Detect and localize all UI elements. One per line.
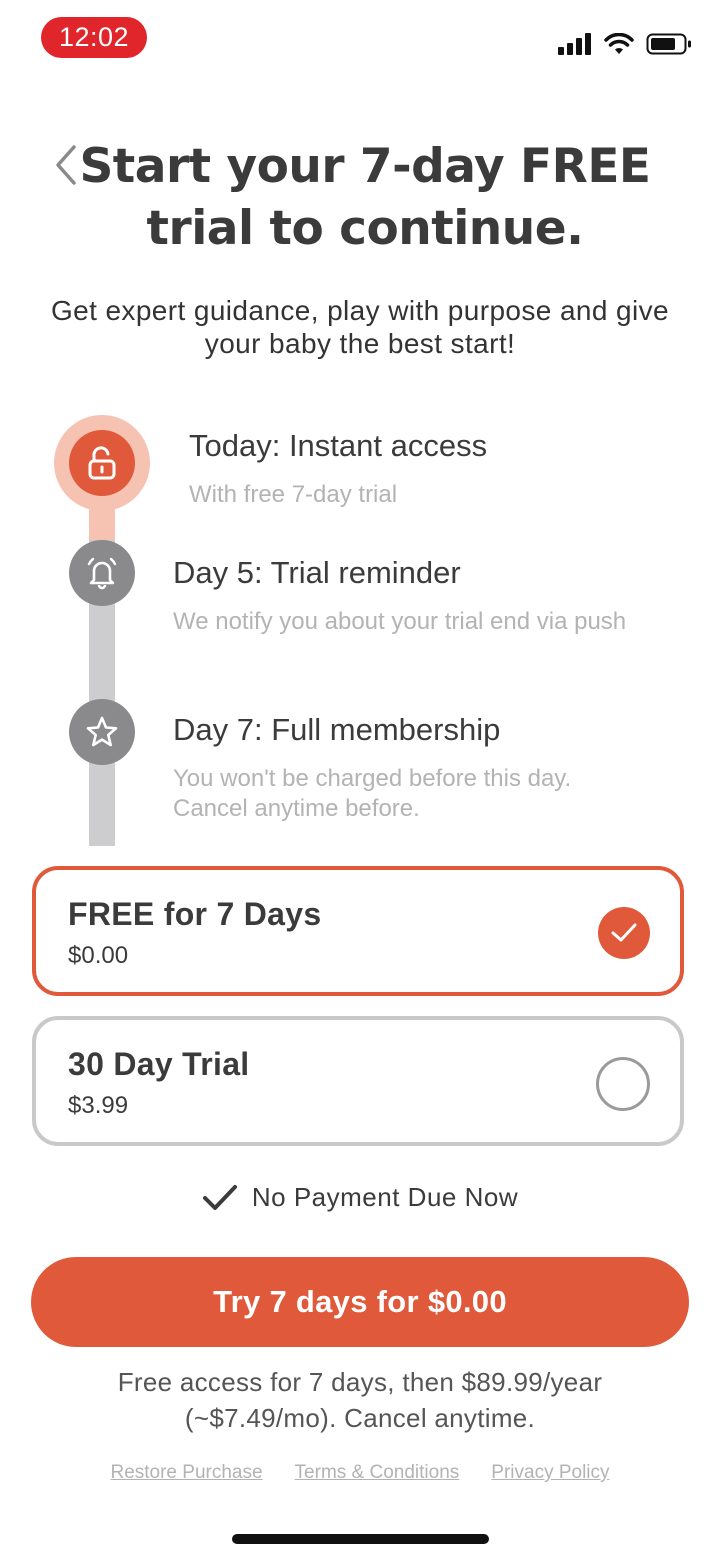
start-trial-button[interactable]: Try 7 days for $0.00 — [31, 1257, 689, 1347]
cellular-signal-icon — [558, 33, 591, 55]
page-subtitle: Get expert guidance, play with purpose a… — [50, 295, 670, 359]
status-time: 12:02 — [41, 17, 147, 58]
timeline-step-3-marker — [69, 699, 135, 765]
plan-option-free-7-days[interactable]: FREE for 7 Days $0.00 — [32, 866, 684, 996]
plan-option-title: 30 Day Trial — [68, 1046, 250, 1082]
restore-purchase-link[interactable]: Restore Purchase — [110, 1462, 262, 1484]
timeline-step-3-description: You won't be charged before this day. Ca… — [173, 765, 572, 822]
status-icons — [558, 28, 692, 60]
footer-links: Restore Purchase Terms & Conditions Priv… — [0, 1462, 720, 1484]
plan-option-30-day-trial[interactable]: 30 Day Trial $3.99 — [32, 1016, 684, 1146]
plan-option-price: $3.99 — [68, 1092, 129, 1119]
timeline-step-2-description: We notify you about your trial end via p… — [173, 608, 627, 635]
plan-option-title: FREE for 7 Days — [68, 896, 322, 932]
timeline-step-2-title: Day 5: Trial reminder — [173, 555, 461, 590]
no-payment-note: No Payment Due Now — [0, 1182, 720, 1213]
unselected-radio[interactable] — [596, 1057, 650, 1111]
wifi-icon — [604, 33, 634, 54]
privacy-policy-link[interactable]: Privacy Policy — [491, 1462, 609, 1484]
timeline-step-1-marker — [69, 430, 135, 496]
checkmark-icon — [202, 1184, 237, 1210]
timeline-step-2-marker — [69, 540, 135, 606]
pricing-fine-print: Free access for 7 days, then $89.99/year… — [117, 1367, 603, 1433]
timeline-step-3-title: Day 7: Full membership — [173, 712, 501, 747]
page-title: Start your 7-day FREE trial to continue. — [79, 139, 651, 256]
unlock-icon — [88, 446, 116, 480]
timeline-step-1-description: With free 7-day trial — [189, 481, 398, 508]
plan-option-price: $0.00 — [68, 942, 129, 969]
terms-conditions-link[interactable]: Terms & Conditions — [295, 1462, 460, 1484]
star-icon — [86, 716, 118, 747]
home-indicator[interactable] — [232, 1534, 489, 1544]
no-payment-text: No Payment Due Now — [251, 1182, 519, 1212]
bell-icon — [87, 557, 117, 590]
selected-radio[interactable] — [598, 907, 650, 959]
checkmark-icon — [611, 923, 637, 942]
timeline-step-1-title: Today: Instant access — [189, 428, 488, 463]
battery-icon — [646, 33, 691, 55]
